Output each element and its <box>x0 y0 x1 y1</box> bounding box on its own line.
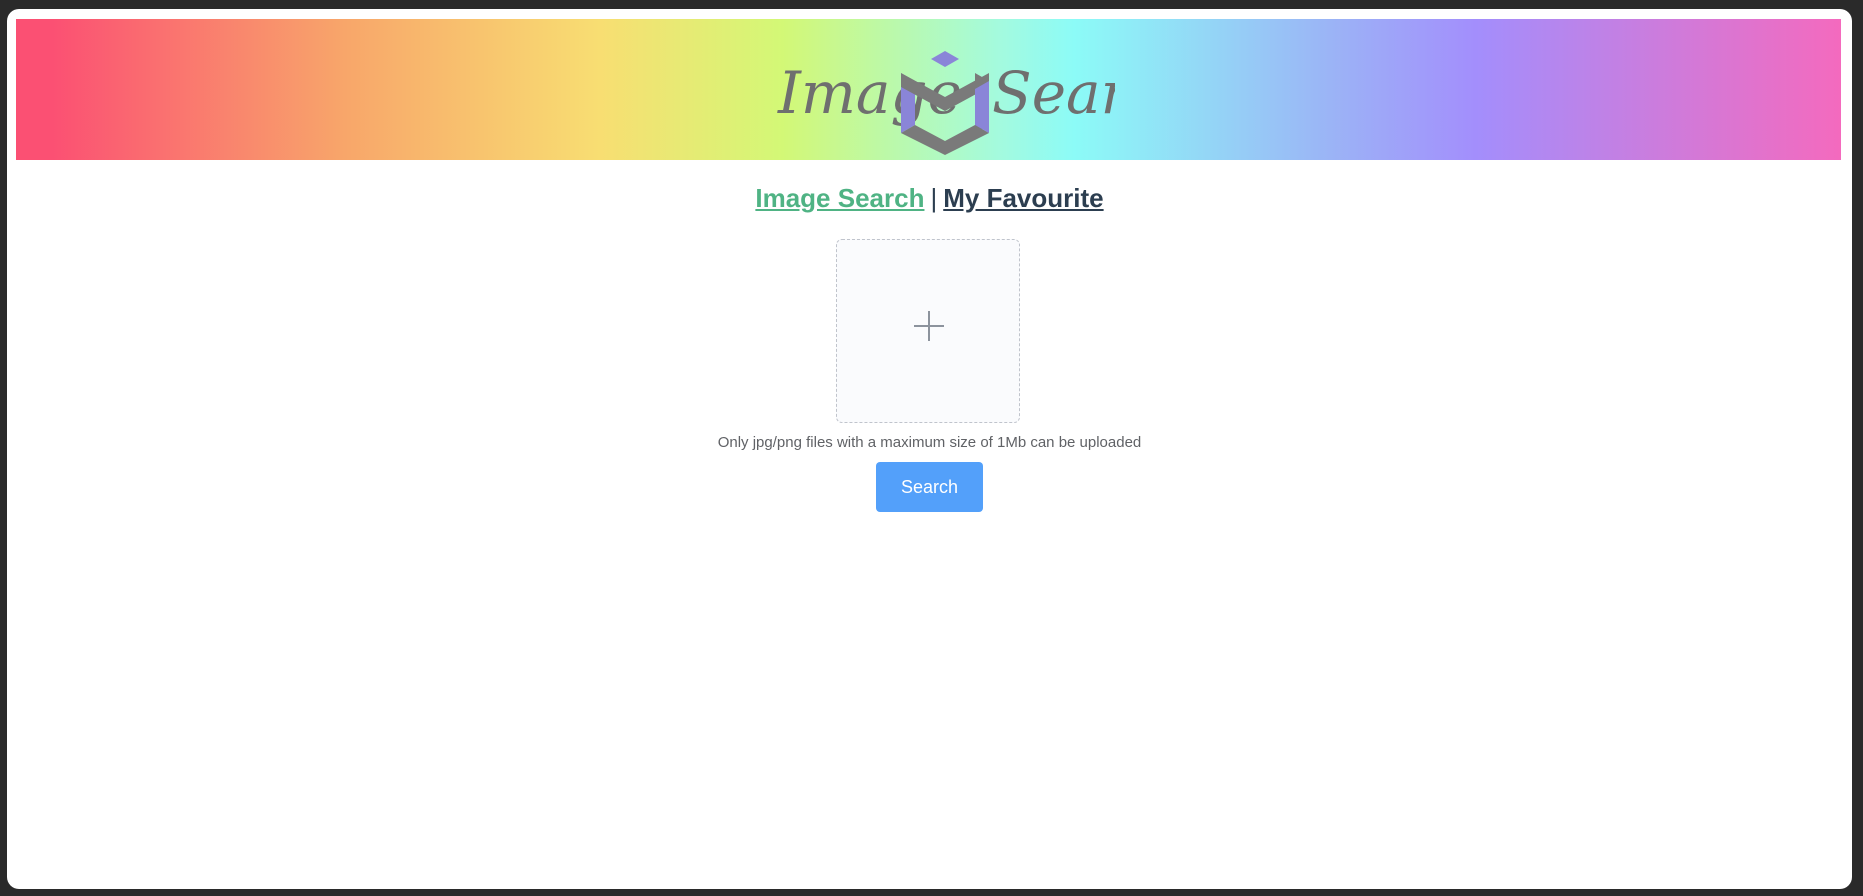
nav-link-my-favourite[interactable]: My Favourite <box>943 183 1103 213</box>
main-nav: Image Search | My Favourite <box>7 183 1852 214</box>
logo-word-right: Search <box>992 59 1115 127</box>
upload-hint: Only jpg/png files with a maximum size o… <box>717 434 1142 451</box>
image-upload-dropzone[interactable] <box>836 239 1020 423</box>
nav-link-image-search[interactable]: Image Search <box>755 183 924 213</box>
logo: Image Search <box>777 51 1115 155</box>
plus-icon <box>914 311 944 341</box>
search-button[interactable]: Search <box>876 462 983 512</box>
app-window: Image Search Image Search|My Favourite O… <box>7 9 1852 889</box>
header-banner: Image Search <box>16 19 1841 160</box>
nav-separator: | <box>930 183 938 213</box>
